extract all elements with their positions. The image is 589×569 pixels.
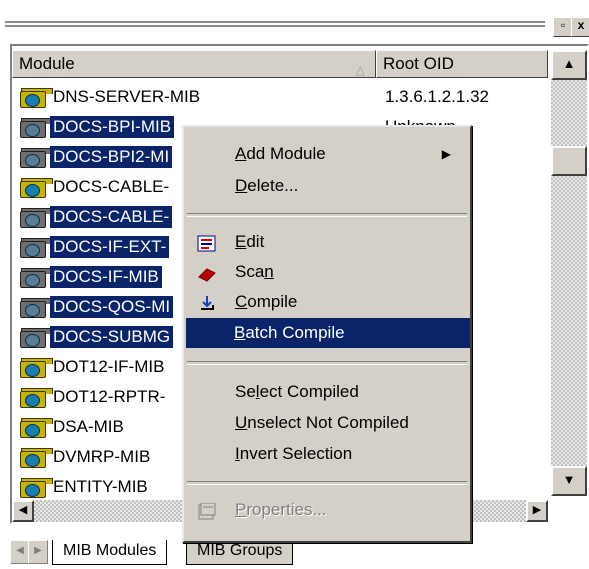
column-header-root-oid[interactable]: Root OID [376,50,548,78]
mib-folder-icon [20,478,53,498]
module-name: ENTITY-MIB [53,477,148,496]
mib-folder-icon [20,118,53,138]
mib-folder-icon [20,328,53,348]
menu-separator [187,361,467,365]
menu-item-label: Properties... [235,500,327,519]
module-name: DOT12-IF-MIB [53,357,165,376]
edit-icon [197,233,217,252]
mib-folder-icon [20,418,53,438]
menu-item-add-module[interactable]: Add Module ▶ [187,139,467,169]
tab-scroll-left-icon[interactable]: ◀ [10,540,30,564]
menu-item-invert-selection[interactable]: Invert Selection [187,439,467,469]
menu-item-label: Edit [235,232,265,251]
mib-folder-icon [20,298,53,318]
menu-item-label: Scan [235,262,274,281]
menu-item-edit[interactable]: Edit [187,227,467,257]
scroll-right-button[interactable]: ▶ [526,500,548,522]
column-header-label: Module [19,54,75,73]
submenu-arrow-icon: ▶ [441,147,451,161]
scroll-left-button[interactable]: ◀ [12,500,34,522]
module-name: DSA-MIB [53,417,124,436]
mib-folder-icon [20,208,53,228]
module-name: DOCS-CABLE- [53,177,170,196]
root-oid: 1.3.6.1.2.1.32 [385,87,489,106]
context-menu: Add Module ▶ Delete... Edit Scan Compile… [182,125,472,543]
menu-item-label: Add Module [235,144,326,163]
menu-item-label: Invert Selection [235,444,353,463]
list-item[interactable]: DNS-SERVER-MIB 1.3.6.1.2.1.32 [12,82,548,112]
menu-separator [187,481,467,485]
module-name: DOCS-QOS-MI [50,296,174,318]
column-header-label: Root OID [383,54,454,73]
column-header-module[interactable]: Module △ [12,50,376,78]
tab-mib-groups[interactable]: MIB Groups [186,540,294,565]
mib-folder-icon [20,178,53,198]
menu-item-label: Compile [235,292,298,311]
module-name: DOCS-CABLE- [50,206,173,228]
module-name: DOCS-BPI-MIB [50,116,175,138]
mib-folder-icon [20,88,53,108]
list-header: Module △ Root OID [12,50,548,78]
mib-folder-icon [20,448,53,468]
module-name: DOCS-IF-EXT- [50,236,170,258]
module-name: DNS-SERVER-MIB [53,87,201,106]
menu-item-batch-compile[interactable]: Batch Compile [186,318,470,348]
mib-folder-icon [20,148,53,168]
menu-item-label: Delete... [235,176,299,195]
module-name: DOCS-SUBMG [50,326,174,348]
module-name: DOCS-BPI2-MI [50,146,173,168]
scroll-track[interactable] [551,80,587,478]
mib-folder-icon [20,388,53,408]
tab-scroll-right-icon[interactable]: ▶ [28,540,48,564]
properties-icon [197,501,217,520]
restore-button[interactable]: ▫ [553,17,573,37]
menu-item-label: Batch Compile [234,323,345,342]
mib-folder-icon [20,358,53,378]
menu-item-scan[interactable]: Scan [187,257,467,287]
menu-separator [187,213,467,217]
mib-folder-icon [20,268,53,288]
grip-line [5,21,545,24]
close-button[interactable]: x [571,17,589,37]
sort-ascending-icon: △ [355,63,365,77]
menu-item-select-compiled[interactable]: Select Compiled [187,377,467,407]
menu-item-compile[interactable]: Compile [187,287,467,317]
scroll-up-button[interactable]: ▲ [551,50,587,80]
mib-folder-icon [20,238,53,258]
tab-mib-modules[interactable]: MIB Modules [52,540,168,565]
menu-item-unselect-not-compiled[interactable]: Unselect Not Compiled [187,408,467,438]
scroll-thumb[interactable] [551,146,587,176]
compile-icon [197,293,217,311]
scan-icon [197,263,217,282]
vertical-scrollbar[interactable]: ▲ ▼ [551,50,587,520]
module-name: DOT12-RPTR- [53,387,166,406]
menu-item-properties: Properties... [187,495,467,525]
tab-bar: ◀ ▶ MIB Modules MIB Groups [10,540,589,569]
menu-item-label: Unselect Not Compiled [235,413,409,432]
menu-item-label: Select Compiled [235,382,359,401]
scroll-down-button[interactable]: ▼ [551,466,587,496]
grip-line [5,25,545,28]
menu-item-delete[interactable]: Delete... [187,171,467,201]
module-name: DOCS-IF-MIB [50,266,162,288]
module-name: DVMRP-MIB [53,447,151,466]
toolbar-grip[interactable]: ▫ x [5,5,589,43]
